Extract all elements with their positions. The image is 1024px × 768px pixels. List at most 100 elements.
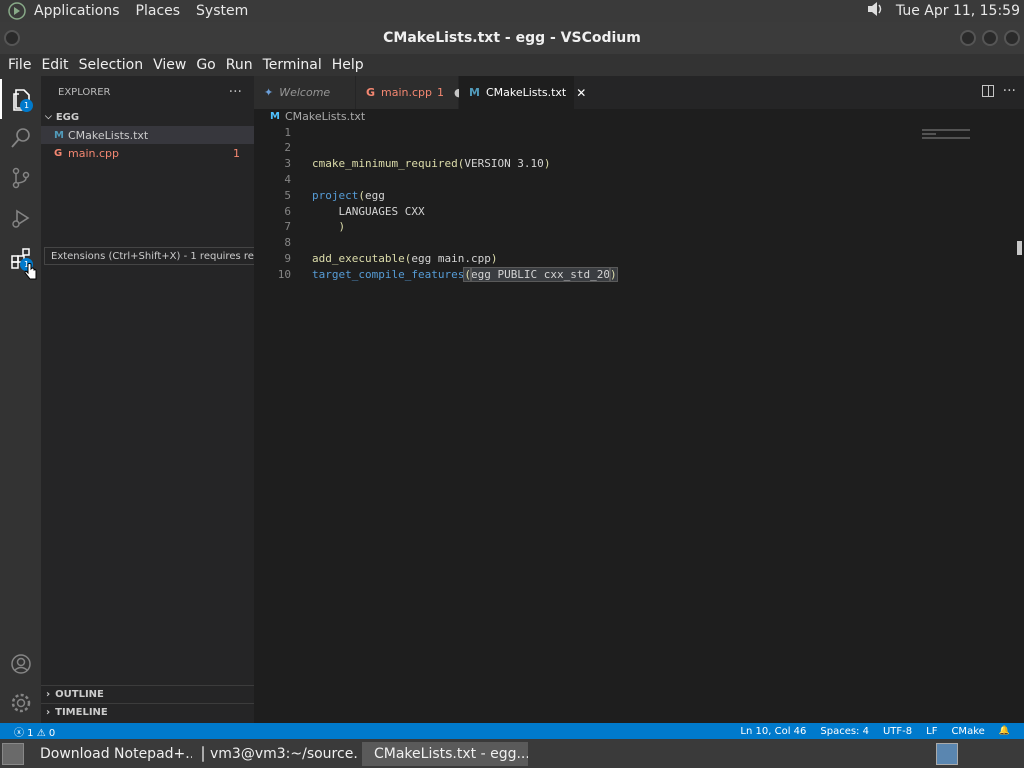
- menu-file[interactable]: File: [4, 57, 35, 73]
- tab-label: CMakeLists.txt: [485, 86, 567, 99]
- applications-menu[interactable]: Applications: [34, 3, 120, 19]
- line-code: cmake_minimum_required(VERSION 3.10): [312, 157, 550, 170]
- extensions-tooltip: Extensions (Ctrl+Shift+X) - 1 requires r…: [44, 247, 283, 265]
- task-terminal[interactable]: vm3@vm3:~/source...: [196, 742, 358, 766]
- file-label: main.cpp: [68, 146, 119, 160]
- task-label: Download Notepad+...: [40, 745, 192, 762]
- code-token: LANGUAGES CXX: [312, 204, 425, 218]
- task-vscodium[interactable]: CMakeLists.txt - egg...: [362, 741, 528, 766]
- explorer-title: EXPLORER: [58, 86, 111, 98]
- hand-cursor-icon: [24, 263, 37, 280]
- timeline-label: TIMELINE: [55, 707, 108, 718]
- places-menu[interactable]: Places: [136, 3, 181, 19]
- line-number: 9: [284, 251, 291, 265]
- code-line[interactable]: 4: [254, 171, 291, 187]
- line-number: 10: [277, 267, 291, 281]
- explorer-icon[interactable]: 1: [0, 79, 41, 119]
- code-line[interactable]: 5 project(egg: [254, 187, 384, 203]
- code-token: (: [358, 188, 365, 202]
- problems-indicator[interactable]: ⓧ 1 ⚠ 0: [14, 724, 55, 739]
- chevron-down-icon: ⌵: [45, 112, 52, 122]
- line-number: 1: [284, 125, 291, 139]
- split-editor-icon[interactable]: [982, 85, 994, 97]
- window-menu-button[interactable]: [4, 30, 20, 46]
- code-editor[interactable]: 1 2 3 cmake_minimum_required(VERSION 3.10) 4…: [254, 123, 1024, 723]
- code-line[interactable]: 9 add_executable(egg main.cpp): [254, 250, 497, 266]
- top-panel: Applications Places System Tue Apr 11, 1…: [0, 0, 1024, 22]
- file-cmakelists[interactable]: M CMakeLists.txt: [41, 126, 254, 144]
- file-main-cpp[interactable]: G main.cpp 1: [41, 144, 254, 162]
- show-desktop-icon[interactable]: [2, 742, 24, 765]
- cmake-file-icon: M: [54, 129, 64, 141]
- line-code: target_compile_features(egg PUBLIC cxx_s…: [312, 266, 618, 282]
- account-icon[interactable]: [0, 644, 41, 684]
- taskbar: Download Notepad+... vm3@vm3:~/source...…: [0, 739, 1024, 768]
- minimap[interactable]: [922, 129, 972, 149]
- run-debug-icon[interactable]: [0, 198, 41, 238]
- breadcrumb: M CMakeLists.txt: [254, 109, 1024, 123]
- menu-go[interactable]: Go: [192, 57, 219, 73]
- volume-icon[interactable]: [866, 0, 886, 22]
- close-window-button[interactable]: [1004, 30, 1020, 46]
- vscodium-logo-icon: ✦: [264, 86, 274, 99]
- menu-view[interactable]: View: [149, 57, 190, 73]
- code-token: ): [543, 157, 551, 171]
- code-line[interactable]: 7 ): [254, 219, 345, 235]
- line-number: 6: [284, 204, 291, 218]
- tab-main-cpp[interactable]: G main.cpp 1 ●: [356, 76, 464, 109]
- code-line[interactable]: 2: [254, 140, 291, 156]
- manage-gear-icon[interactable]: [0, 683, 41, 723]
- indentation[interactable]: Spaces: 4: [820, 726, 869, 737]
- code-token: target_compile_features: [312, 267, 465, 281]
- tab-label: main.cpp: [381, 86, 433, 99]
- cpp-file-icon: G: [54, 147, 63, 159]
- explorer-sidebar: EXPLORER ··· ⌵ EGG M CMakeLists.txt G ma…: [41, 76, 254, 723]
- workspace-switcher[interactable]: [936, 743, 958, 765]
- timeline-section[interactable]: › TIMELINE: [41, 703, 254, 721]
- language-mode[interactable]: CMake: [951, 726, 984, 737]
- outline-label: OUTLINE: [55, 689, 104, 700]
- editor-tabs: ✦ Welcome G main.cpp 1 ● M CMakeLists.tx…: [254, 76, 1024, 109]
- code-line[interactable]: 10 target_compile_features(egg PUBLIC cxx…: [254, 266, 618, 282]
- menu-run[interactable]: Run: [222, 57, 257, 73]
- folder-egg[interactable]: ⌵ EGG: [41, 108, 254, 126]
- end-of-line[interactable]: LF: [926, 726, 937, 737]
- file-error-count: 1: [233, 146, 240, 160]
- gnome-foot-icon[interactable]: [6, 0, 28, 22]
- vertical-scrollbar[interactable]: [1017, 241, 1022, 255]
- code-line[interactable]: 6 LANGUAGES CXX: [254, 203, 424, 219]
- notifications-bell-icon[interactable]: 🔔: [999, 726, 1010, 737]
- search-icon[interactable]: [0, 118, 41, 158]
- explorer-header: EXPLORER ···: [41, 76, 254, 108]
- menubar: File Edit Selection View Go Run Terminal…: [0, 54, 1024, 76]
- tab-more-actions-icon[interactable]: ···: [1003, 83, 1016, 99]
- breadcrumb-file[interactable]: CMakeLists.txt: [285, 110, 365, 123]
- task-firefox[interactable]: Download Notepad+...: [28, 742, 192, 766]
- encoding[interactable]: UTF-8: [883, 726, 912, 737]
- outline-section[interactable]: › OUTLINE: [41, 685, 254, 703]
- menu-terminal[interactable]: Terminal: [259, 57, 326, 73]
- menu-selection[interactable]: Selection: [75, 57, 148, 73]
- menu-help[interactable]: Help: [328, 57, 368, 73]
- tab-error-count: 1: [437, 86, 445, 99]
- close-tab-icon[interactable]: ✕: [576, 86, 586, 100]
- code-line[interactable]: 1: [254, 124, 291, 140]
- maximize-button[interactable]: [982, 30, 998, 46]
- cpp-file-icon: G: [366, 86, 376, 99]
- tab-label: Welcome: [279, 86, 331, 99]
- menu-edit[interactable]: Edit: [37, 57, 72, 73]
- source-control-icon[interactable]: [0, 158, 41, 198]
- cursor-position[interactable]: Ln 10, Col 46: [740, 726, 806, 737]
- more-actions-icon[interactable]: ···: [229, 84, 242, 100]
- explorer-badge: 1: [20, 99, 33, 112]
- code-token: egg PUBLIC cxx_std_20: [469, 266, 612, 282]
- minimize-button[interactable]: [960, 30, 976, 46]
- tab-cmakelists[interactable]: M CMakeLists.txt ✕: [459, 76, 586, 109]
- line-number: 3: [284, 157, 291, 171]
- clock[interactable]: Tue Apr 11, 15:59: [896, 3, 1020, 19]
- file-label: CMakeLists.txt: [68, 128, 149, 142]
- system-menu[interactable]: System: [196, 3, 248, 19]
- code-line[interactable]: 3 cmake_minimum_required(VERSION 3.10): [254, 156, 550, 172]
- tab-welcome[interactable]: ✦ Welcome: [254, 76, 356, 109]
- code-line[interactable]: 8: [254, 235, 291, 251]
